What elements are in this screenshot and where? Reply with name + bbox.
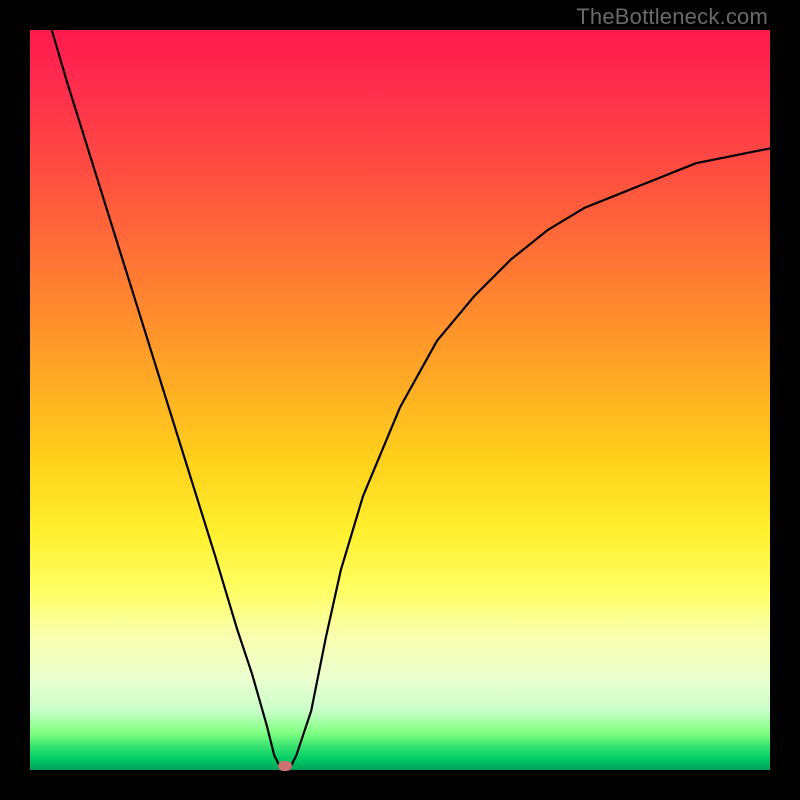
plot-background — [30, 30, 770, 770]
optimal-point-marker — [278, 761, 292, 771]
watermark-text: TheBottleneck.com — [576, 4, 768, 30]
